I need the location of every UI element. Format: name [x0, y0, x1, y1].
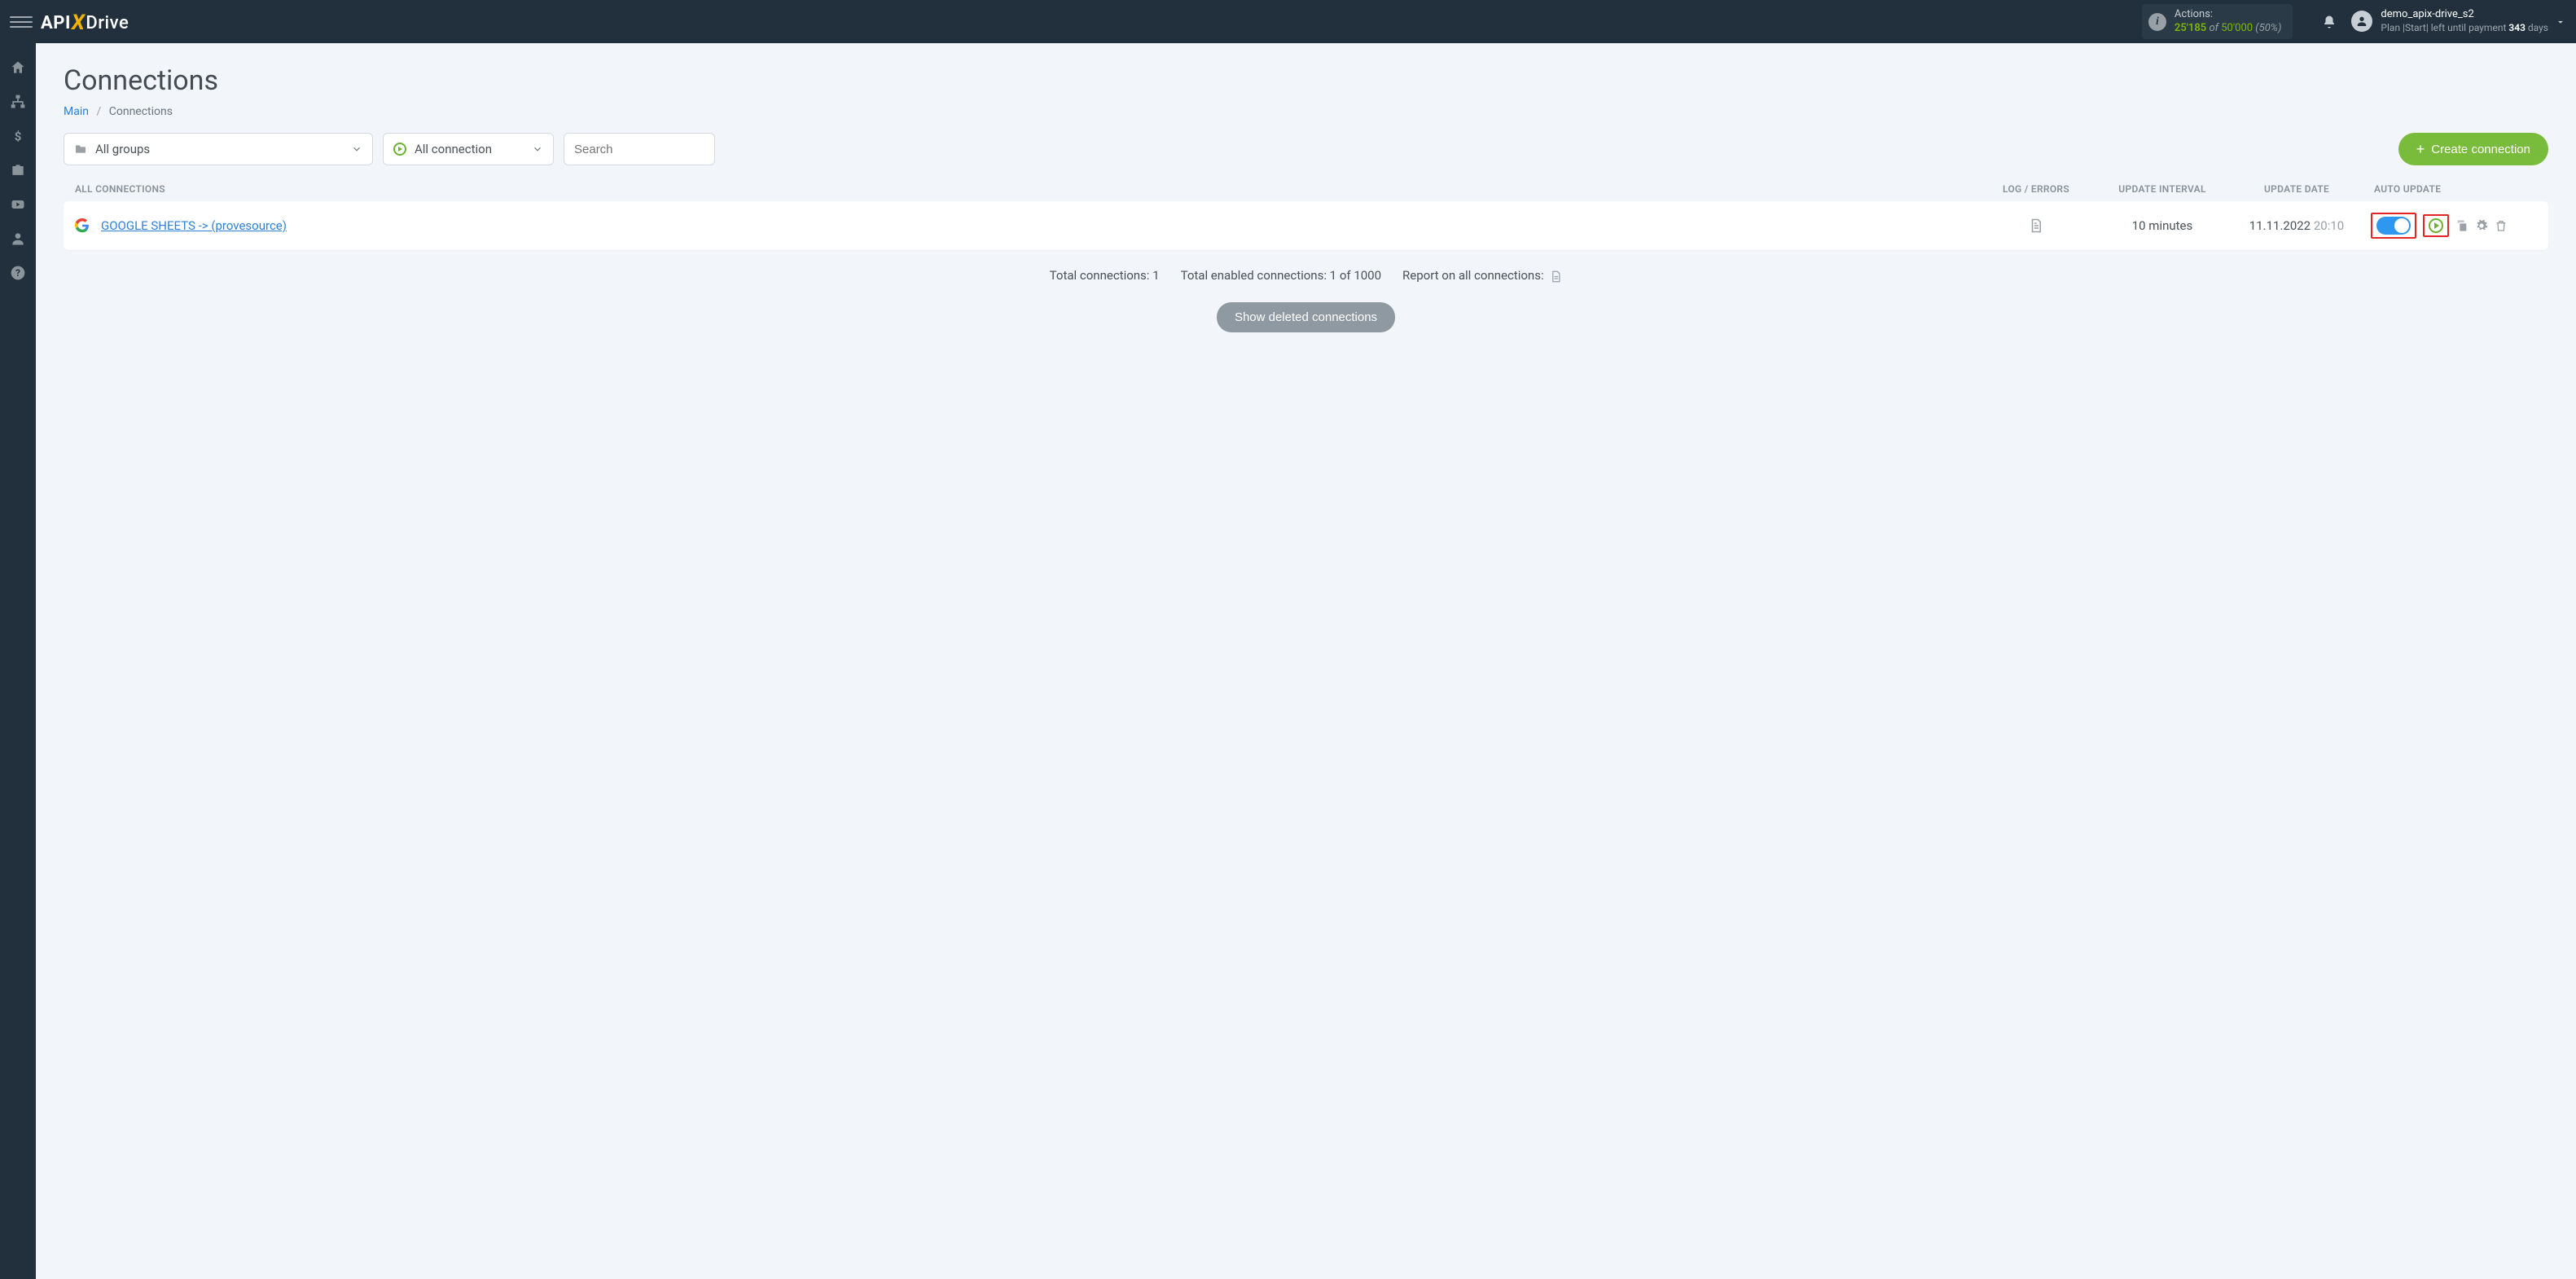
- table-header: ALL CONNECTIONS LOG / ERRORS UPDATE INTE…: [64, 177, 2548, 201]
- chevron-down-icon: [532, 143, 543, 155]
- chevron-down-icon[interactable]: [2555, 16, 2566, 28]
- google-icon: [75, 218, 90, 233]
- groups-label: All groups: [95, 142, 150, 156]
- menu-toggle[interactable]: [10, 11, 33, 33]
- trash-icon[interactable]: [2495, 219, 2508, 232]
- help-icon[interactable]: ?: [10, 265, 26, 281]
- summary-report-wrap: Report on all connections:: [1402, 268, 1562, 283]
- topbar: API X Drive i Actions: 25'185 of 50'000 …: [0, 0, 2576, 43]
- play-circle-icon: [393, 143, 406, 156]
- th-date: UPDATE DATE: [2227, 183, 2366, 195]
- summary-row: Total connections: 1 Total enabled conne…: [64, 268, 2548, 283]
- filter-row: All groups All connection + Create conne…: [64, 133, 2548, 165]
- sitemap-icon[interactable]: [10, 94, 26, 110]
- date-cell: 11.11.2022 20:10: [2227, 218, 2366, 233]
- highlight-run: [2423, 214, 2449, 237]
- search-input[interactable]: [574, 143, 704, 156]
- actions-pct: (50%): [2255, 22, 2281, 34]
- svg-text:$: $: [15, 129, 22, 143]
- actions-label: Actions:: [2174, 8, 2282, 22]
- run-now-button[interactable]: [2429, 218, 2443, 233]
- logo-drive: Drive: [86, 13, 129, 33]
- logo-x-icon: X: [72, 11, 86, 35]
- avatar-icon: [2351, 11, 2372, 32]
- dollar-icon[interactable]: $: [10, 128, 26, 144]
- actions-cell: [2366, 213, 2537, 239]
- breadcrumb-current: Connections: [109, 105, 173, 118]
- th-auto: AUTO UPDATE: [2366, 183, 2537, 195]
- create-label: Create connection: [2431, 143, 2530, 156]
- logo-api: API: [41, 13, 71, 33]
- svg-text:?: ?: [15, 267, 20, 279]
- actions-total: 50'000: [2221, 22, 2253, 34]
- summary-report: Report on all connections:: [1402, 268, 1544, 283]
- breadcrumb-sep: /: [96, 105, 101, 118]
- create-connection-button[interactable]: + Create connection: [2398, 133, 2548, 165]
- main-content: Connections Main / Connections All group…: [36, 43, 2576, 1279]
- auto-update-toggle[interactable]: [2376, 217, 2411, 235]
- breadcrumb-main[interactable]: Main: [64, 105, 89, 118]
- connection-filter-select[interactable]: All connection: [383, 133, 554, 165]
- page-title: Connections: [64, 64, 2548, 97]
- user-text: demo_apix-drive_s2 Plan |Start| left unt…: [2381, 8, 2548, 34]
- th-interval: UPDATE INTERVAL: [2097, 183, 2227, 195]
- search-box: [564, 133, 715, 165]
- th-name: ALL CONNECTIONS: [75, 183, 1975, 195]
- user-menu[interactable]: demo_apix-drive_s2 Plan |Start| left unt…: [2351, 8, 2548, 34]
- summary-total: Total connections: 1: [1050, 268, 1160, 283]
- document-icon[interactable]: [1550, 270, 1562, 283]
- show-deleted-button[interactable]: Show deleted connections: [1217, 302, 1395, 332]
- logo[interactable]: API X Drive: [41, 10, 129, 34]
- user-icon[interactable]: [10, 231, 26, 247]
- plan-info: Plan |Start| left until payment 343 days: [2381, 22, 2548, 35]
- home-icon[interactable]: [10, 59, 26, 76]
- info-icon: i: [2148, 13, 2166, 31]
- actions-text: Actions: 25'185 of 50'000 (50%): [2174, 8, 2282, 36]
- briefcase-icon[interactable]: [10, 162, 26, 178]
- highlight-toggle: [2371, 213, 2416, 239]
- copy-icon[interactable]: [2455, 219, 2468, 232]
- groups-select[interactable]: All groups: [64, 133, 373, 165]
- interval-cell: 10 minutes: [2097, 218, 2227, 233]
- folder-icon: [74, 143, 87, 156]
- connection-row: GOOGLE SHEETS -> (provesource) 10 minute…: [64, 201, 2548, 250]
- actions-of: of: [2209, 22, 2218, 34]
- gear-icon[interactable]: [2475, 219, 2488, 232]
- actions-counter[interactable]: i Actions: 25'185 of 50'000 (50%): [2142, 4, 2293, 40]
- summary-enabled: Total enabled connections: 1 of 1000: [1181, 268, 1381, 283]
- plus-icon: +: [2416, 141, 2425, 158]
- notifications-icon[interactable]: [2322, 15, 2337, 29]
- video-icon[interactable]: [10, 196, 26, 213]
- connection-name-link[interactable]: GOOGLE SHEETS -> (provesource): [101, 218, 1975, 233]
- username: demo_apix-drive_s2: [2381, 8, 2548, 22]
- breadcrumb: Main / Connections: [64, 105, 2548, 118]
- log-cell[interactable]: [1975, 218, 2097, 233]
- sidebar: $ ?: [0, 43, 36, 1279]
- chevron-down-icon: [351, 143, 362, 155]
- conn-filter-label: All connection: [415, 142, 492, 156]
- actions-used: 25'185: [2174, 22, 2206, 34]
- document-icon: [2029, 218, 2043, 233]
- th-log: LOG / ERRORS: [1975, 183, 2097, 195]
